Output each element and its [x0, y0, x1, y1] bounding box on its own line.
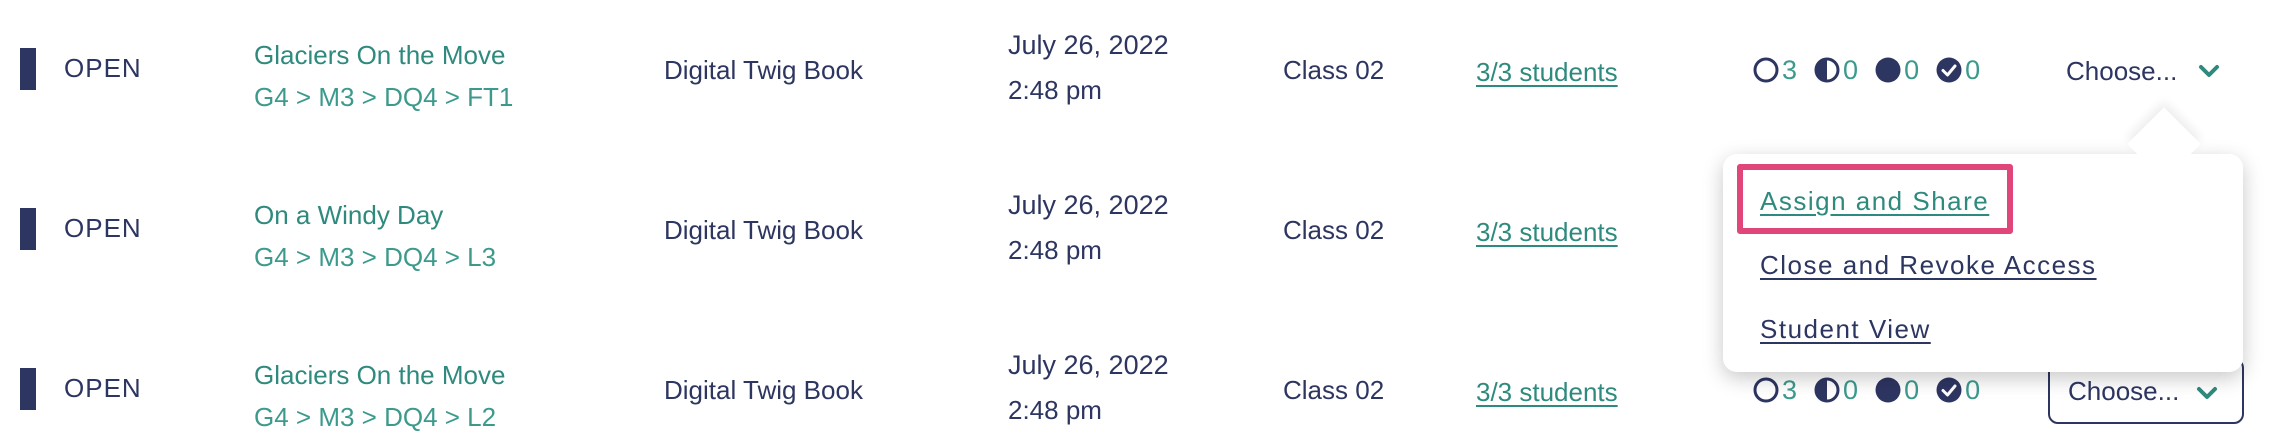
book-name: Digital Twig Book [664, 375, 863, 405]
book-name: Digital Twig Book [664, 55, 863, 85]
class-name: Class 02 [1283, 55, 1385, 85]
dropdown-panel: Assign and Share Close and Revoke Access… [1723, 154, 2243, 372]
lesson-title: Glaciers On the Move [254, 360, 506, 390]
status-indicator [20, 208, 36, 250]
check-circle-icon [1936, 377, 1962, 403]
assigned-time: 2:48 pm [1008, 395, 1102, 425]
students-link[interactable]: 3/3 students [1476, 377, 1618, 408]
filled-circle-icon [1875, 57, 1901, 83]
in-progress-count-value: 0 [1843, 374, 1859, 405]
class-name: Class 02 [1283, 215, 1385, 245]
submitted-count-value: 0 [1965, 54, 1981, 85]
menu-item-student-view[interactable]: Student View [1760, 314, 1931, 345]
assigned-time: 2:48 pm [1008, 235, 1102, 265]
action-select-label: Choose... [2068, 375, 2180, 406]
half-circle-icon [1814, 377, 1840, 403]
submitted-count: 0 [1935, 55, 1980, 86]
menu-item-close-and-revoke-access[interactable]: Close and Revoke Access [1760, 250, 2097, 281]
book-name: Digital Twig Book [664, 215, 863, 245]
completed-count-value: 0 [1904, 54, 1920, 85]
not-started-count-value: 3 [1782, 54, 1798, 85]
assigned-time: 2:48 pm [1008, 75, 1102, 105]
chevron-down-icon [2199, 65, 2219, 77]
not-started-count: 3 [1752, 55, 1797, 86]
half-circle-icon [1814, 57, 1840, 83]
status-label: OPEN [64, 53, 142, 83]
status-label: OPEN [64, 373, 142, 403]
not-started-count-value: 3 [1782, 374, 1798, 405]
in-progress-count-value: 0 [1843, 54, 1859, 85]
lesson-path: G4 > M3 > DQ4 > L2 [254, 402, 497, 432]
in-progress-count: 0 [1813, 55, 1858, 86]
assigned-date: July 26, 2022 [1008, 350, 1169, 380]
submitted-count: 0 [1935, 375, 1980, 406]
in-progress-count: 0 [1813, 375, 1858, 406]
lesson-title: On a Windy Day [254, 200, 444, 230]
menu-item-assign-and-share[interactable]: Assign and Share [1760, 186, 1989, 217]
chevron-down-icon [2197, 387, 2217, 399]
completed-count-value: 0 [1904, 374, 1920, 405]
empty-circle-icon [1753, 377, 1779, 403]
students-link[interactable]: 3/3 students [1476, 57, 1618, 88]
empty-circle-icon [1753, 57, 1779, 83]
lesson-path: G4 > M3 > DQ4 > L3 [254, 242, 497, 272]
check-circle-icon [1936, 57, 1962, 83]
action-dropdown-content: Assign and Share Close and Revoke Access… [1723, 154, 2243, 372]
submitted-count-value: 0 [1965, 374, 1981, 405]
status-indicator [20, 48, 36, 90]
action-select-label: Choose... [2066, 55, 2178, 86]
completed-count: 0 [1874, 55, 1919, 86]
progress-counts: 3 0 0 0 [1752, 372, 1996, 408]
status-indicator [20, 368, 36, 410]
assigned-date: July 26, 2022 [1008, 190, 1169, 220]
not-started-count: 3 [1752, 375, 1797, 406]
lesson-path: G4 > M3 > DQ4 > FT1 [254, 82, 514, 112]
lesson-title: Glaciers On the Move [254, 40, 506, 70]
students-link[interactable]: 3/3 students [1476, 217, 1618, 248]
status-label: OPEN [64, 213, 142, 243]
table-row: OPEN Glaciers On the Move G4 > M3 > DQ4 … [0, 0, 2274, 140]
class-name: Class 02 [1283, 375, 1385, 405]
progress-counts: 3 0 0 0 [1752, 52, 1996, 88]
assigned-date: July 26, 2022 [1008, 30, 1169, 60]
filled-circle-icon [1875, 377, 1901, 403]
completed-count: 0 [1874, 375, 1919, 406]
action-select[interactable]: Choose... [2048, 38, 2244, 104]
